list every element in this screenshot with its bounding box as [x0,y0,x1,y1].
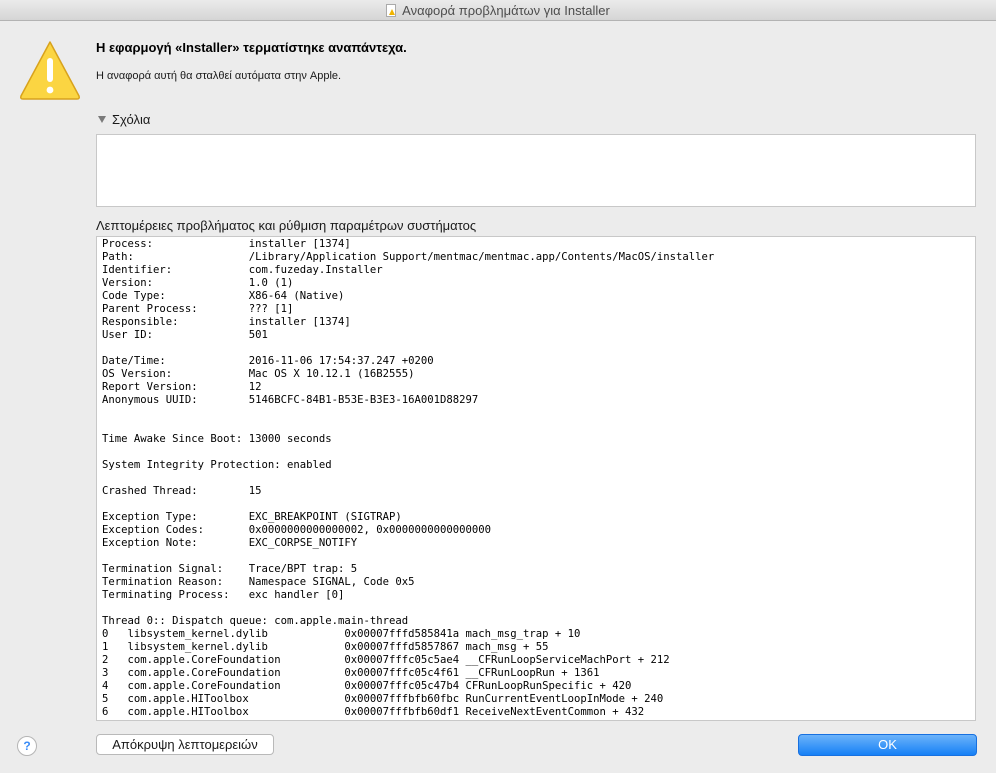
comments-disclosure[interactable]: Σχόλια [96,112,150,127]
comments-textarea[interactable] [96,134,976,207]
disclosure-triangle-icon [98,116,106,123]
comments-label: Σχόλια [112,112,151,127]
hide-details-button[interactable]: Απόκρυψη λεπτομερειών [96,734,274,755]
ok-button[interactable]: OK [798,734,977,756]
document-icon [386,3,397,17]
title-bar: Αναφορά προβλημάτων για Installer [0,0,996,21]
help-button[interactable]: ? [17,736,37,756]
warning-triangle-icon [20,41,80,100]
crash-heading: Η εφαρμογή «Installer» τερματίστηκε αναπ… [96,40,407,55]
problem-report-text: Process: installer [1374] Path: /Library… [102,238,715,718]
problem-details-textview[interactable]: Process: installer [1374] Path: /Library… [96,236,976,721]
details-label: Λεπτομέρειες προβλήματος και ρύθμιση παρ… [96,218,477,233]
report-notice: Η αναφορά αυτή θα σταλθεί αυτόματα στην … [96,70,342,82]
window-title: Αναφορά προβλημάτων για Installer [402,2,610,18]
